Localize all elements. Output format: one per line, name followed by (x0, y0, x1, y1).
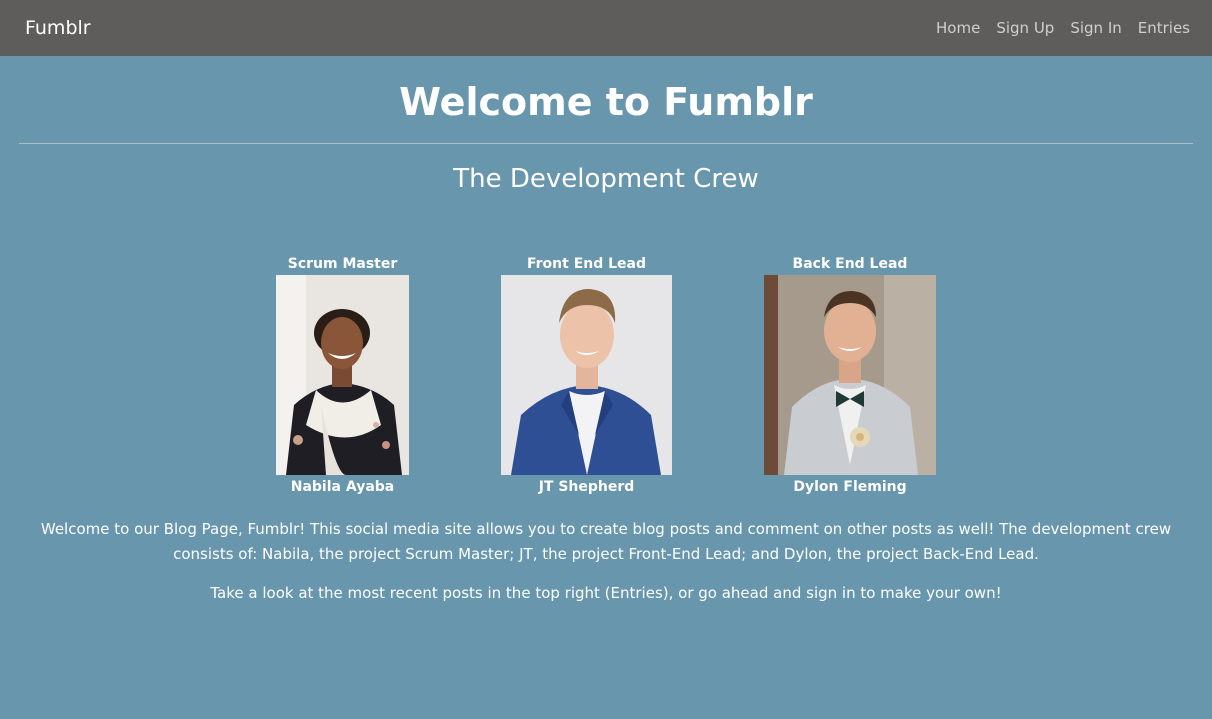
crew-member-dylon: Back End Lead Dylon Fleming (764, 255, 936, 496)
nav-links: Home Sign Up Sign In Entries (920, 19, 1190, 37)
navbar: Fumblr Home Sign Up Sign In Entries (0, 0, 1212, 56)
nav-entries-link[interactable]: Entries (1138, 19, 1190, 37)
member-role: Front End Lead (526, 256, 647, 272)
member-photo (276, 275, 409, 475)
divider (19, 143, 1193, 144)
intro-call-to-action: Take a look at the most recent posts in … (210, 584, 1002, 602)
nav-signin-link[interactable]: Sign In (1070, 19, 1121, 37)
crew-member-nabila: Scrum Master Nabila Ayaba (276, 255, 409, 496)
member-name: JT Shepherd (538, 479, 635, 495)
member-name: Dylon Fleming (793, 479, 907, 495)
member-photo (764, 275, 936, 475)
nav-signup-link[interactable]: Sign Up (996, 19, 1054, 37)
member-role: Back End Lead (792, 256, 908, 272)
brand-link[interactable]: Fumblr (25, 17, 91, 39)
hero: Welcome to Fumblr The Development Crew (0, 56, 1212, 197)
intro-paragraph: Welcome to our Blog Page, Fumblr! This s… (40, 520, 1172, 563)
member-name: Nabila Ayaba (290, 479, 395, 495)
nav-home-link[interactable]: Home (936, 19, 980, 37)
intro-text: Welcome to our Blog Page, Fumblr! This s… (30, 517, 1182, 606)
crew-section: Scrum Master Nabila Ayaba Front End Lead (0, 197, 1212, 517)
member-photo (501, 275, 672, 475)
crew-member-jt: Front End Lead JT Shepherd (501, 255, 672, 496)
member-role: Scrum Master (287, 256, 398, 272)
crew-heading: The Development Crew (453, 164, 759, 194)
page-title: Welcome to Fumblr (399, 80, 813, 124)
